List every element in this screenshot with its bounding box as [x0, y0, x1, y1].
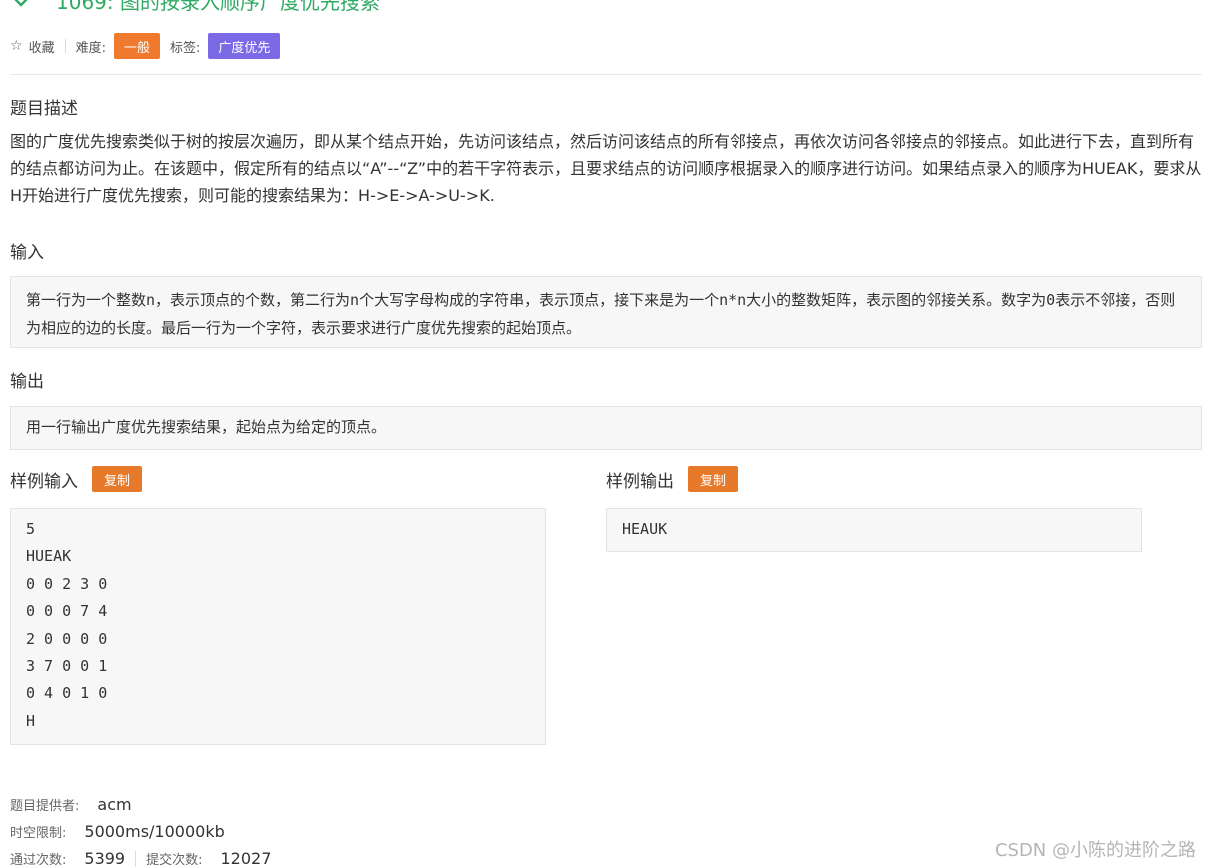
csdn-watermark: CSDN @小陈的进阶之路 [994, 840, 1196, 861]
problem-title-row: 1069: 图的按录入顺序广度优先搜索 [10, 0, 380, 16]
accepted-value: 5399 [84, 849, 126, 868]
provider-label: 题目提供者: [10, 799, 80, 814]
submitted-value: 12027 [220, 849, 272, 868]
submitted-label: 提交次数: [146, 853, 203, 868]
tags-label: 标签: [169, 40, 201, 56]
favorite-button[interactable]: 收藏 [29, 37, 55, 56]
input-heading: 输入 [10, 243, 44, 263]
check-icon [14, 0, 28, 7]
description-text: 图的广度优先搜索类似于树的按层次遍历，即从某个结点开始，先访问该结点，然后访问该… [10, 132, 1202, 205]
stats-divider [135, 850, 137, 867]
sample-output-text: HEAUK [622, 520, 668, 538]
output-description-text: 用一行输出广度优先搜索结果，起始点为给定的顶点。 [26, 418, 387, 436]
difficulty-badge: 一般 [113, 33, 160, 59]
sample-input-header: 样例输入 复制 [10, 466, 142, 492]
difficulty-label: 难度: [75, 40, 106, 56]
sample-output-title: 样例输出 [606, 471, 674, 492]
problem-meta: ☆ 收藏 难度: 一般 标签: 广度优先 [10, 33, 281, 59]
tag-badge[interactable]: 广度优先 [208, 33, 281, 59]
output-description-box: 用一行输出广度优先搜索结果，起始点为给定的顶点。 [10, 406, 1202, 450]
input-description-text: 第一行为一个整数n，表示顶点的个数，第二行为n个大写字母构成的字符串，表示顶点，… [26, 291, 1176, 337]
stats-row: 通过次数: 5399 提交次数: 12027 [10, 849, 271, 868]
copy-sample-output-button[interactable]: 复制 [688, 466, 738, 492]
limit-value: 5000ms/10000kb [84, 822, 225, 841]
sample-output-header: 样例输出 复制 [606, 466, 738, 492]
provider-value: acm [97, 795, 132, 814]
header-divider [10, 74, 1202, 75]
meta-divider [64, 39, 66, 53]
problem-title: 1069: 图的按录入顺序广度优先搜索 [56, 0, 380, 14]
input-description-box: 第一行为一个整数n，表示顶点的个数，第二行为n个大写字母构成的字符串，表示顶点，… [10, 276, 1202, 348]
accepted-label: 通过次数: [10, 853, 67, 868]
star-outline-icon[interactable]: ☆ [10, 38, 23, 54]
sample-input-text: 5 HUEAK 0 0 2 3 0 0 0 0 7 4 2 0 0 0 0 3 … [26, 520, 108, 730]
sample-output-box: HEAUK [606, 508, 1142, 552]
output-heading: 输出 [10, 372, 44, 392]
limit-label: 时空限制: [10, 826, 67, 841]
sample-input-box: 5 HUEAK 0 0 2 3 0 0 0 0 7 4 2 0 0 0 0 3 … [10, 508, 546, 745]
limit-row: 时空限制: 5000ms/10000kb [10, 822, 225, 841]
provider-row: 题目提供者: acm [10, 795, 132, 814]
copy-sample-input-button[interactable]: 复制 [92, 466, 142, 492]
description-heading: 题目描述 [10, 99, 78, 119]
sample-input-title: 样例输入 [10, 471, 78, 492]
